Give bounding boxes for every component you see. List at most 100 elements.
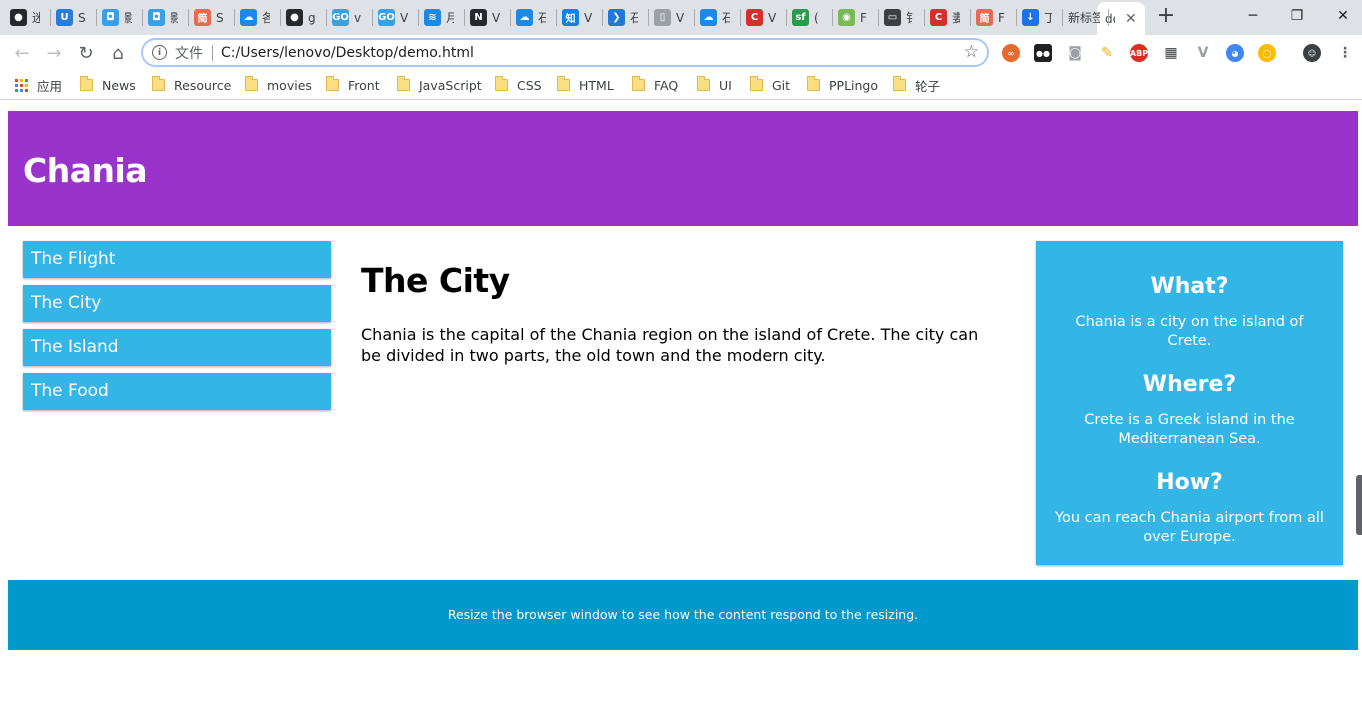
tab-separator bbox=[464, 9, 465, 26]
bookmarks-bar: 应用 News Resource movies Front JavaScript CSS H… bbox=[0, 70, 1362, 100]
tab-13[interactable]: ❯ 石 bbox=[608, 5, 638, 30]
tab-15[interactable]: ☁ 石 bbox=[700, 5, 730, 30]
reload-button[interactable]: ↻ bbox=[74, 41, 98, 65]
bookmark-item[interactable]: CSS bbox=[495, 76, 542, 93]
back-button[interactable]: ← bbox=[10, 41, 34, 65]
bookmark-item[interactable]: Front bbox=[326, 76, 380, 93]
scrollbar-handle[interactable] bbox=[1356, 475, 1362, 535]
bookmark-item[interactable]: Git bbox=[750, 76, 790, 93]
new-tab-button[interactable]: + bbox=[1155, 5, 1177, 29]
aside-question: What? bbox=[1150, 274, 1229, 299]
qr-icon[interactable]: ▦ bbox=[1162, 44, 1180, 62]
tab-10[interactable]: NV bbox=[470, 5, 500, 30]
tab-5[interactable]: ☁ 各 bbox=[240, 5, 270, 30]
tab-title: 钅 bbox=[906, 11, 914, 25]
tab-23[interactable]: 新标签 bbox=[1068, 5, 1100, 30]
more-icon[interactable]: ⋮ bbox=[1336, 44, 1354, 62]
tab-title: 月 bbox=[446, 11, 454, 25]
profile-icon[interactable]: ☺ bbox=[1303, 44, 1321, 62]
eyedropper-icon[interactable]: ✎ bbox=[1098, 44, 1116, 62]
tab-21[interactable]: 简F bbox=[976, 5, 1006, 30]
tab-19[interactable]: ▭ 钅 bbox=[884, 5, 914, 30]
bookmark-item[interactable]: Resource bbox=[152, 76, 231, 93]
aside-answer: You can reach Chania airport from all ov… bbox=[1055, 510, 1324, 545]
sf-icon: sf bbox=[792, 9, 809, 26]
close-tab-icon[interactable]: ✕ bbox=[1125, 11, 1137, 27]
tab-3[interactable]: ◘ 影 bbox=[148, 5, 178, 30]
download-icon: ↓ bbox=[1022, 9, 1039, 26]
tab-separator bbox=[740, 9, 741, 26]
tampermonkey-icon[interactable]: ●● bbox=[1034, 44, 1052, 62]
menu-item-the-city[interactable]: The City bbox=[23, 285, 331, 322]
menu-item-the-food[interactable]: The Food bbox=[23, 373, 331, 410]
bookmark-item[interactable]: PPLingo bbox=[807, 76, 878, 93]
restore-button[interactable]: ❐ bbox=[1274, 2, 1320, 30]
tab-title: 迷 bbox=[32, 11, 40, 25]
owl-icon[interactable]: ◕ bbox=[1226, 44, 1244, 62]
chrome-ring-icon[interactable]: ◯ bbox=[1258, 44, 1276, 62]
tab-14[interactable]: ▯ V bbox=[654, 5, 684, 30]
app-icon: ◘ bbox=[148, 9, 165, 26]
tab-0[interactable]: ● 迷 bbox=[10, 5, 40, 30]
node-icon: N bbox=[470, 9, 487, 26]
tab-separator bbox=[142, 9, 143, 26]
infinity-icon[interactable]: ∞ bbox=[1002, 44, 1020, 62]
bookmark-apps[interactable]: 应用 bbox=[15, 77, 62, 94]
tab-6[interactable]: ● g bbox=[286, 5, 316, 30]
cloud-icon: ☁ bbox=[516, 9, 533, 26]
bookmark-item[interactable]: movies bbox=[245, 76, 312, 93]
tab-8[interactable]: GO V bbox=[378, 5, 408, 30]
tab-4[interactable]: 简S bbox=[194, 5, 224, 30]
info-aside: What? Chania is a city on the island of … bbox=[1036, 241, 1343, 565]
bookmark-item[interactable]: News bbox=[80, 76, 136, 93]
menu-item-the-flight[interactable]: The Flight bbox=[23, 241, 331, 278]
tab-title: 丁 bbox=[1044, 11, 1052, 25]
address-url[interactable]: C:/Users/lenovo/Desktop/demo.html bbox=[221, 45, 474, 61]
jianshu-icon: 简 bbox=[976, 9, 993, 26]
tab-22[interactable]: ↓ 丁 bbox=[1022, 5, 1052, 30]
tab-title: 新标签 bbox=[1068, 11, 1100, 25]
page-icon: ▯ bbox=[654, 9, 671, 26]
tab-separator bbox=[648, 9, 649, 26]
folder-icon bbox=[495, 76, 508, 91]
close-window-button[interactable]: ✕ bbox=[1320, 2, 1362, 30]
aside-answer: Crete is a Greek island in the Mediterra… bbox=[1084, 412, 1295, 447]
folder-icon bbox=[632, 76, 645, 91]
bookmark-item[interactable]: JavaScript bbox=[397, 76, 482, 93]
bookmark-item[interactable]: FAQ bbox=[632, 76, 678, 93]
tab-1[interactable]: US bbox=[56, 5, 86, 30]
bookmark-item[interactable]: UI bbox=[697, 76, 732, 93]
info-icon[interactable]: i bbox=[152, 45, 167, 60]
home-button[interactable]: ⌂ bbox=[106, 41, 130, 65]
tab-17[interactable]: sf ( bbox=[792, 5, 822, 30]
tab-separator bbox=[1062, 9, 1063, 26]
bookmark-item[interactable]: HTML bbox=[557, 76, 614, 93]
tab-separator bbox=[924, 9, 925, 26]
tab-16[interactable]: CV bbox=[746, 5, 776, 30]
tab-12[interactable]: 知V bbox=[562, 5, 592, 30]
tab-9[interactable]: ≋ 月 bbox=[424, 5, 454, 30]
minimize-button[interactable]: ─ bbox=[1230, 2, 1276, 30]
tab-7[interactable]: GO v bbox=[332, 5, 362, 30]
tab-2[interactable]: ◘ 影 bbox=[102, 5, 132, 30]
tab-18[interactable]: ◉ F bbox=[838, 5, 868, 30]
folder-icon bbox=[80, 76, 93, 91]
adblock-icon[interactable]: ABP bbox=[1130, 44, 1148, 62]
forward-button[interactable]: → bbox=[42, 41, 66, 65]
menu-item-the-island[interactable]: The Island bbox=[23, 329, 331, 366]
vue-icon[interactable]: V bbox=[1194, 44, 1212, 62]
camera-icon[interactable]: ◙ bbox=[1066, 44, 1084, 62]
tab-11[interactable]: ☁ 石 bbox=[516, 5, 546, 30]
address-bar[interactable]: i 文件 C:/Users/lenovo/Desktop/demo.html ☆ bbox=[141, 38, 989, 67]
bookmark-item[interactable]: 轮子 bbox=[893, 76, 940, 94]
tab-20[interactable]: C妻 bbox=[930, 5, 960, 30]
bookmark-label: HTML bbox=[579, 77, 614, 93]
folder-icon bbox=[245, 76, 258, 91]
tab-separator bbox=[1108, 9, 1109, 26]
bookmark-star-icon[interactable]: ☆ bbox=[964, 42, 979, 62]
tab-title: 石 bbox=[630, 11, 638, 25]
tab-separator bbox=[326, 9, 327, 26]
main-heading: The City bbox=[361, 261, 510, 300]
tab-active[interactable]: de ✕ bbox=[1097, 2, 1145, 35]
tab-separator bbox=[372, 9, 373, 26]
